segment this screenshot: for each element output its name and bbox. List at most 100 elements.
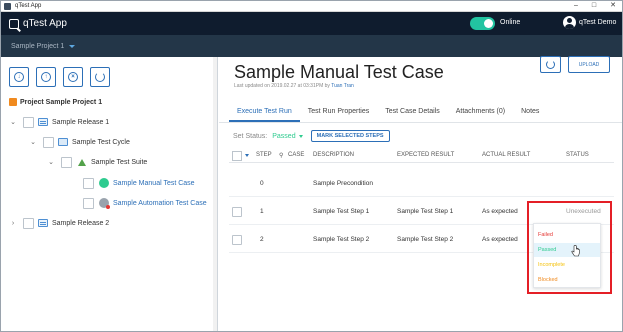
user-menu[interactable]: qTest Demo — [563, 16, 616, 29]
tree-checkbox[interactable] — [43, 136, 54, 148]
app-header: qTest App Online qTest Demo — [1, 12, 622, 35]
qtest-logo-icon — [9, 18, 19, 29]
column-actual-result: ACTUAL RESULT — [482, 152, 531, 158]
close-window-button[interactable]: ✕ — [610, 1, 616, 11]
status-option-passed[interactable]: Passed — [534, 243, 600, 257]
upload-button[interactable]: UPLOAD — [568, 56, 610, 73]
upload-button[interactable]: ↑ — [36, 67, 56, 87]
minimize-button[interactable]: – — [574, 1, 578, 11]
brand-name: qTest App — [23, 18, 67, 29]
tree-project[interactable]: Project Sample Project 1 — [9, 95, 102, 109]
chevron-down-icon[interactable]: ⌄ — [47, 158, 55, 166]
column-step: STEP — [256, 152, 272, 158]
chevron-down-icon[interactable] — [298, 134, 303, 138]
step-number: 2 — [260, 236, 264, 243]
tree-checkbox[interactable] — [23, 217, 34, 229]
chevron-down-icon[interactable] — [69, 44, 76, 48]
step-actual-result[interactable]: As expected — [482, 208, 518, 215]
refresh-icon — [546, 60, 555, 69]
user-name: qTest Demo — [579, 19, 617, 26]
tree-test-case-automation[interactable]: Sample Automation Test Case — [77, 196, 207, 210]
status-option-blocked[interactable]: Blocked — [534, 273, 600, 287]
detail-tabs: Execute Test Run Test Run Properties Tes… — [229, 104, 547, 122]
tree-scrollbar[interactable] — [213, 57, 217, 331]
window-controls: – □ ✕ — [574, 1, 616, 11]
tree-test-case-manual-label: Sample Manual Test Case — [113, 179, 195, 187]
status-option-failed[interactable]: Failed — [534, 228, 600, 242]
tree-test-suite-label: Sample Test Suite — [91, 158, 148, 166]
step-actual-result[interactable]: As expected — [482, 236, 518, 243]
step-number: 1 — [260, 208, 264, 215]
tree-checkbox[interactable] — [23, 116, 34, 128]
tab-attachments[interactable]: Attachments (0) — [448, 104, 513, 122]
page-title: Sample Manual Test Case — [234, 62, 444, 82]
test-suite-icon — [78, 158, 86, 166]
window-title: qTest App — [15, 3, 42, 9]
row-checkbox[interactable] — [232, 235, 242, 245]
step-expected-result: Sample Test Step 2 — [397, 236, 454, 243]
project-selector[interactable]: Sample Project 1 — [11, 43, 64, 50]
last-updated-text: Last updated on 2019.02.27 at 03:31PM by — [234, 83, 332, 89]
column-case: CASE — [288, 152, 305, 158]
tab-notes[interactable]: Notes — [513, 104, 547, 122]
test-tree-panel: ↓ ↑ × Project Sample Project 1 ⌄ Sample … — [1, 57, 218, 331]
tree-release-2[interactable]: › Sample Release 2 — [9, 216, 109, 230]
download-icon: ↓ — [14, 72, 24, 82]
refresh-button[interactable] — [90, 67, 110, 87]
row-checkbox[interactable] — [232, 207, 242, 217]
mark-selected-steps-button[interactable]: MARK SELECTED STEPS — [310, 130, 390, 142]
online-label: Online — [500, 19, 521, 26]
chevron-down-icon[interactable]: ⌄ — [29, 138, 37, 146]
tree-test-cycle-label: Sample Test Cycle — [72, 138, 130, 146]
maximize-button[interactable]: □ — [592, 1, 596, 11]
online-toggle[interactable] — [470, 17, 495, 30]
table-row[interactable]: 1 Sample Test Step 1 Sample Test Step 1 … — [229, 199, 614, 225]
step-description: Sample Test Step 1 — [313, 208, 370, 215]
test-run-passed-icon — [99, 178, 109, 188]
refresh-run-button[interactable] — [540, 56, 561, 73]
cancel-icon: × — [68, 72, 78, 82]
tab-execute-test-run[interactable]: Execute Test Run — [229, 104, 300, 122]
tree-test-case-automation-label: Sample Automation Test Case — [113, 199, 207, 207]
tabs-divider — [219, 122, 622, 123]
tab-test-case-details[interactable]: Test Case Details — [377, 104, 447, 122]
test-run-detail: Sample Manual Test Case Last updated on … — [219, 56, 622, 331]
window-titlebar: qTest App – □ ✕ — [1, 1, 622, 12]
tree-release-1[interactable]: ⌄ Sample Release 1 — [9, 115, 109, 129]
project-selector-bar: Sample Project 1 — [1, 35, 622, 57]
tab-test-run-properties[interactable]: Test Run Properties — [300, 104, 377, 122]
status-option-incomplete[interactable]: Incomplete — [534, 258, 600, 272]
chevron-right-icon[interactable]: › — [9, 220, 17, 227]
column-description: DESCRIPTION — [313, 152, 355, 158]
chevron-down-icon[interactable]: ⌄ — [9, 118, 17, 126]
app-icon — [4, 2, 11, 10]
tree-test-suite[interactable]: ⌄ Sample Test Suite — [47, 155, 147, 169]
tree-checkbox[interactable] — [61, 156, 72, 168]
paperclip-icon: ⚲ — [279, 153, 284, 159]
download-button[interactable]: ↓ — [9, 67, 29, 87]
tree-checkbox[interactable] — [83, 177, 94, 189]
last-updated-by-link[interactable]: Tuan Tran — [331, 83, 354, 89]
cancel-button[interactable]: × — [63, 67, 83, 87]
select-all-checkbox[interactable] — [232, 150, 242, 161]
tree-checkbox[interactable] — [83, 197, 94, 209]
qtest-app-window: qTest App – □ ✕ qTest App Online qTest D… — [0, 0, 623, 332]
step-status-select[interactable]: Unexecuted — [566, 208, 601, 215]
refresh-icon — [95, 72, 105, 82]
table-row[interactable]: 0 Sample Precondition — [229, 171, 614, 197]
release-icon — [38, 118, 48, 126]
set-status-label: Set Status: — [233, 132, 268, 140]
release-icon — [38, 219, 48, 227]
set-status-select[interactable]: Passed — [272, 133, 295, 140]
tree-test-cycle[interactable]: ⌄ Sample Test Cycle — [29, 135, 130, 149]
step-number: 0 — [260, 180, 264, 187]
brand: qTest App — [9, 18, 67, 29]
steps-table-header: STEP ⚲ CASE DESCRIPTION EXPECTED RESULT … — [229, 149, 614, 163]
step-description: Sample Test Step 2 — [313, 236, 370, 243]
tree-test-case-manual[interactable]: Sample Manual Test Case — [77, 176, 195, 190]
tree-project-label: Project Sample Project 1 — [20, 98, 103, 106]
project-icon — [9, 98, 17, 106]
tree-release-1-label: Sample Release 1 — [52, 118, 110, 126]
chevron-down-icon[interactable] — [245, 154, 249, 157]
upload-icon: ↑ — [41, 72, 51, 82]
